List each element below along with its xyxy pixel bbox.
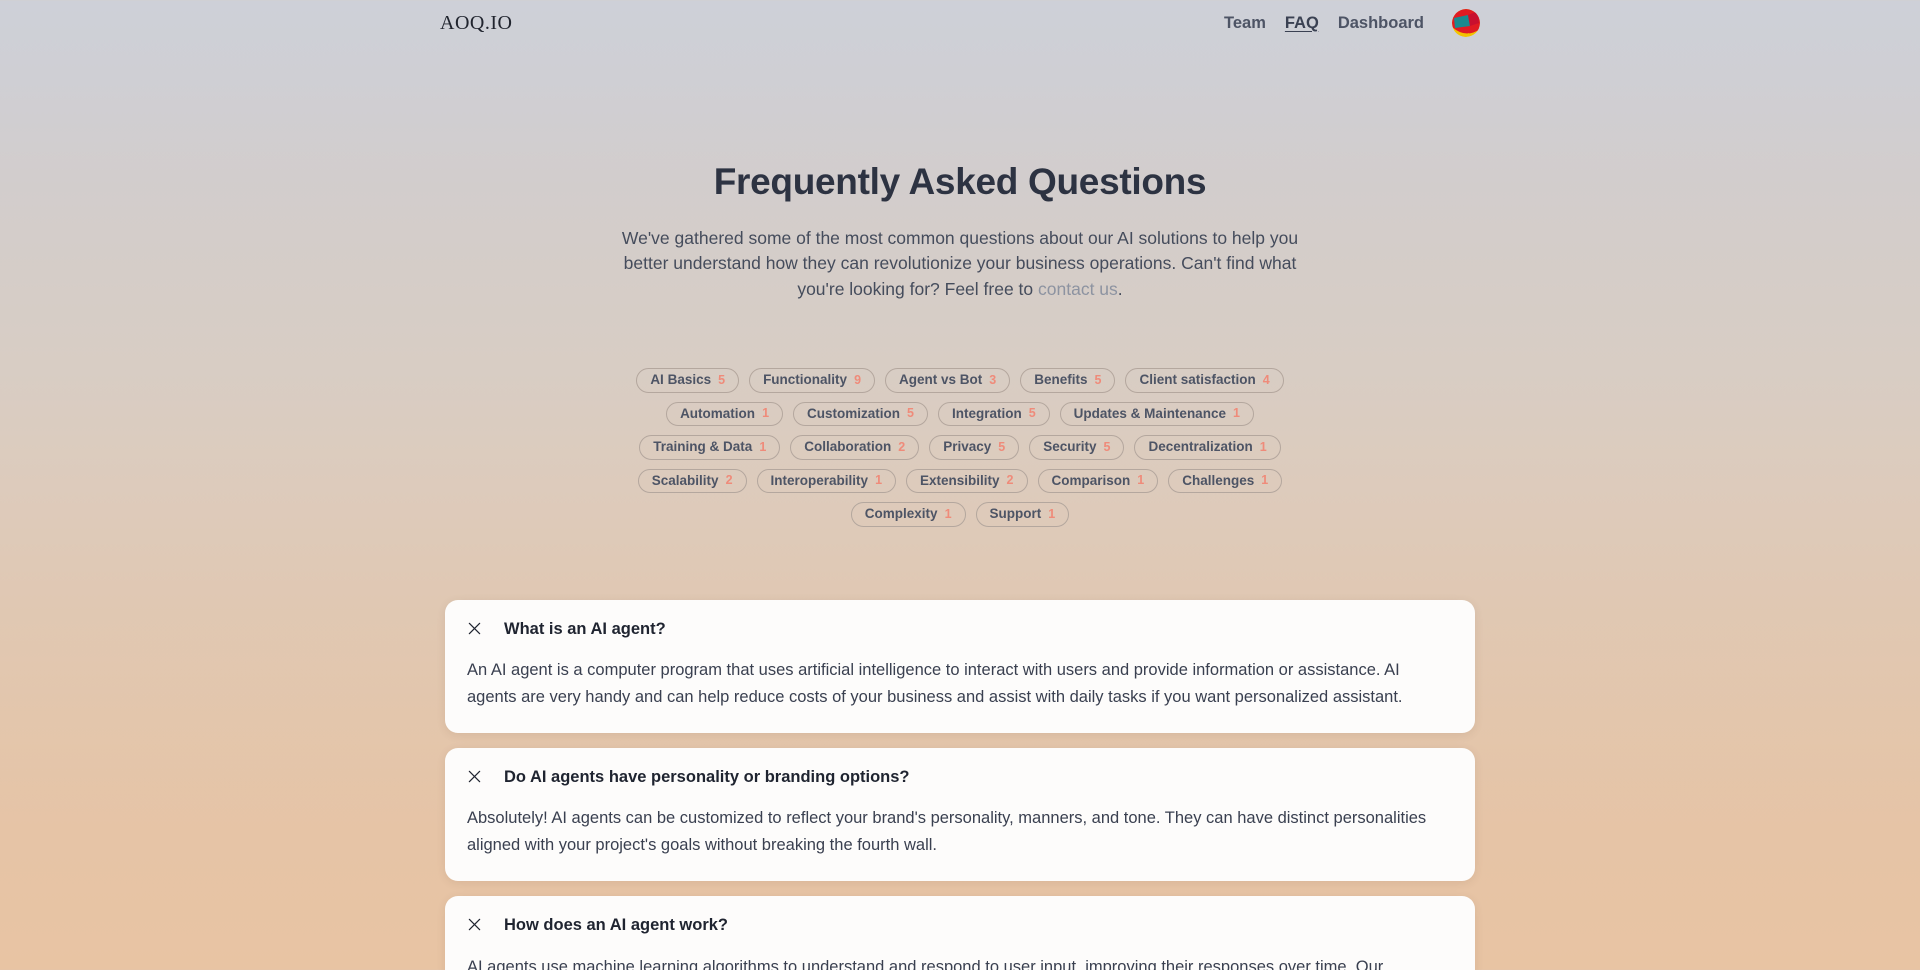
tag-chip-count: 1 [1137, 473, 1145, 488]
tag-chip-count: 1 [944, 506, 952, 521]
tag-chip[interactable]: Complexity 1 [850, 502, 966, 527]
faq-card[interactable]: What is an AI agent? An AI agent is a com… [445, 599, 1475, 733]
tag-chip-label: Functionality [763, 372, 848, 388]
tag-chip[interactable]: Interoperability 1 [756, 468, 897, 494]
tag-chip-label: Automation [680, 405, 756, 421]
user-avatar[interactable] [1452, 9, 1480, 37]
tag-chip-count: 1 [762, 406, 770, 421]
tag-chip[interactable]: Benefits 5 [1020, 368, 1116, 393]
tag-chip[interactable]: Updates & Maintenance 1 [1059, 401, 1254, 427]
tag-chip-label: Scalability [651, 472, 719, 488]
tag-chip-count: 2 [898, 439, 906, 454]
tag-chip-count: 1 [1261, 473, 1269, 488]
tag-chip-count: 1 [1259, 439, 1267, 454]
tag-chip-count: 5 [718, 372, 726, 387]
tag-chip-label: AI Basics [650, 372, 712, 388]
tag-chip-count: 3 [989, 372, 997, 387]
tag-chip[interactable]: Integration 5 [937, 401, 1050, 427]
tag-chip-count: 2 [1006, 473, 1014, 488]
tag-chip-count: 1 [1048, 506, 1056, 521]
hero-subtitle-period: . [1117, 278, 1123, 299]
faq-card-header[interactable]: What is an AI agent? [467, 619, 1453, 640]
nav-link-faq[interactable]: FAQ [1285, 14, 1319, 33]
tag-chip[interactable]: Challenges 1 [1168, 468, 1283, 494]
tag-chip[interactable]: Automation 1 [666, 401, 784, 427]
tag-chip-label: Updates & Maintenance [1073, 405, 1226, 421]
tag-chip-count: 4 [1262, 372, 1270, 387]
tag-chip-label: Collaboration [804, 439, 892, 455]
nav-link-team[interactable]: Team [1224, 14, 1266, 33]
faq-question: What is an AI agent? [504, 619, 666, 638]
tag-chip[interactable]: Customization 5 [793, 401, 928, 427]
tag-filter-list: AI Basics 5 Functionality 9 Agent vs Bot 3 Ben… [605, 368, 1315, 527]
tag-chip[interactable]: Client satisfaction 4 [1125, 368, 1284, 393]
faq-answer: An AI agent is a computer program that u… [467, 660, 1403, 706]
hero-section: Frequently Asked Questions We've gathere… [0, 46, 1920, 302]
tag-chip[interactable]: Extensibility 2 [906, 468, 1028, 494]
site-header: AOQ.IO Team FAQ Dashboard [0, 0, 1920, 46]
tag-chip-count: 1 [875, 473, 883, 488]
tag-chip-label: Challenges [1182, 472, 1255, 488]
tag-chip-label: Client satisfaction [1139, 372, 1256, 388]
tag-chip[interactable]: Scalability 2 [637, 468, 747, 494]
tag-chip-count: 5 [1028, 406, 1036, 421]
nav-link-dashboard[interactable]: Dashboard [1338, 14, 1424, 33]
tag-chip-count: 9 [854, 372, 862, 387]
tag-chip[interactable]: Comparison 1 [1037, 468, 1159, 494]
tag-chip-count: 2 [725, 473, 733, 488]
tag-chip[interactable]: Agent vs Bot 3 [885, 368, 1011, 393]
tag-chip-count: 1 [1232, 406, 1240, 421]
tag-chip-count: 5 [998, 439, 1006, 454]
tag-chip[interactable]: Privacy 5 [929, 435, 1020, 460]
tag-chip-label: Agent vs Bot [899, 372, 983, 388]
tag-chip-label: Interoperability [770, 472, 869, 488]
close-icon[interactable] [467, 917, 482, 932]
page-title: Frequently Asked Questions [713, 161, 1207, 202]
tag-chip-label: Customization [807, 405, 901, 421]
tag-chip-label: Support [989, 506, 1042, 522]
faq-list: What is an AI agent? An AI agent is a com… [445, 599, 1475, 970]
tag-chip[interactable]: Support 1 [975, 502, 1070, 527]
faq-card-header[interactable]: Do AI agents have personality or brandin… [467, 767, 1453, 788]
faq-card[interactable]: Do AI agents have personality or brandin… [445, 747, 1475, 882]
tag-chip-label: Benefits [1034, 372, 1088, 388]
tag-chip-count: 1 [759, 439, 767, 454]
tag-chip[interactable]: Security 5 [1029, 435, 1125, 460]
tag-chip-label: Decentralization [1148, 439, 1253, 455]
faq-card-header[interactable]: How does an AI agent work? [467, 915, 1453, 936]
tag-chip[interactable]: Training & Data 1 [639, 435, 781, 460]
tag-chip-label: Training & Data [653, 439, 753, 455]
tag-chip-count: 5 [1103, 439, 1111, 454]
tag-chip[interactable]: Collaboration 2 [790, 435, 920, 460]
tag-chip-label: Comparison [1051, 472, 1131, 488]
brand-logo[interactable]: AOQ.IO [440, 13, 512, 33]
primary-navigation: Team FAQ Dashboard [1224, 9, 1480, 37]
faq-card[interactable]: How does an AI agent work? AI agents use … [445, 896, 1475, 970]
close-icon[interactable] [467, 621, 482, 636]
tag-chip-count: 5 [907, 406, 914, 421]
faq-question: How does an AI agent work? [504, 916, 728, 935]
tag-chip-label: Complexity [864, 506, 938, 522]
faq-answer: Absolutely! AI agents can be customized … [467, 809, 1427, 855]
tag-chip-label: Security [1043, 439, 1097, 455]
faq-answer: AI agents use machine learning algorithm… [467, 957, 1384, 970]
close-icon[interactable] [467, 769, 482, 784]
contact-us-link[interactable]: contact us [1038, 279, 1118, 299]
tag-chip[interactable]: Decentralization 1 [1134, 435, 1281, 460]
tag-chip-label: Extensibility [920, 472, 1000, 488]
tag-chip[interactable]: Functionality 9 [749, 368, 876, 393]
hero-subtitle-text: We've gathered some of the most common q… [621, 227, 1299, 299]
tag-chip-label: Privacy [943, 439, 992, 455]
tag-chip-count: 5 [1094, 372, 1102, 387]
faq-question: Do AI agents have personality or brandin… [504, 767, 910, 786]
tag-chip[interactable]: AI Basics 5 [636, 368, 740, 393]
tag-chip-label: Integration [951, 405, 1022, 421]
hero-subtitle: We've gathered some of the most common q… [615, 226, 1305, 303]
